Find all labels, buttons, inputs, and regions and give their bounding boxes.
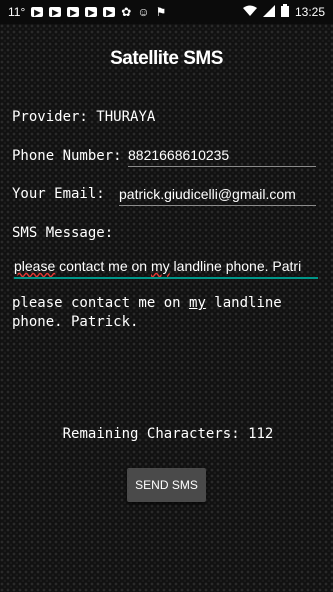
youtube-icon: ▶	[67, 7, 80, 17]
sms-message-label: SMS Message:	[12, 225, 114, 241]
sms-message-preview: please contact me on my landline phone. …	[12, 294, 312, 332]
youtube-icon: ▶	[103, 7, 116, 17]
youtube-icon: ▶	[85, 7, 98, 17]
messenger-icon: ☺	[137, 5, 150, 19]
sms-input-text: landline phone. Patri	[169, 258, 302, 274]
sms-input-text: contact me on	[55, 258, 151, 274]
provider-label: Provider: THURAYA	[12, 109, 155, 125]
provider-label-text: Provider:	[12, 109, 88, 125]
phone-label: Phone Number:	[12, 148, 122, 164]
email-input[interactable]: patrick.giudicelli@gmail.com	[119, 183, 316, 206]
cloud-icon: ✿	[121, 5, 132, 19]
system-icons: 13:25	[242, 4, 325, 20]
send-sms-button[interactable]: SEND SMS	[127, 468, 206, 502]
notification-area: 11° ▶ ▶ ▶ ▶ ▶ ✿ ☺ ⚑	[8, 5, 166, 19]
flag-icon: ⚑	[155, 5, 167, 19]
phone-number-input[interactable]: 8821668610235	[128, 144, 316, 167]
status-bar: 11° ▶ ▶ ▶ ▶ ▶ ✿ ☺ ⚑ 13:25	[0, 0, 333, 24]
preview-text: my	[189, 295, 206, 311]
app-title: Satellite SMS	[110, 48, 223, 69]
clock: 13:25	[294, 5, 325, 19]
wifi-icon	[242, 5, 257, 20]
preview-text: please contact me on	[12, 295, 190, 311]
youtube-icon: ▶	[31, 7, 44, 17]
remaining-characters: Remaining Characters: 112	[0, 426, 333, 442]
sms-input-word: my	[150, 258, 170, 274]
provider-value: THURAYA	[96, 109, 156, 125]
email-label: Your Email:	[12, 186, 105, 202]
youtube-icon: ▶	[49, 7, 62, 17]
remaining-label: Remaining Characters:	[62, 426, 240, 442]
sms-input-word: please	[14, 258, 56, 274]
battery-icon	[280, 4, 289, 20]
signal-icon	[262, 4, 275, 20]
remaining-count: 112	[248, 426, 274, 442]
sms-message-input[interactable]: please contact me on my landline phone. …	[14, 255, 318, 279]
weather-text: 11°	[8, 5, 26, 19]
